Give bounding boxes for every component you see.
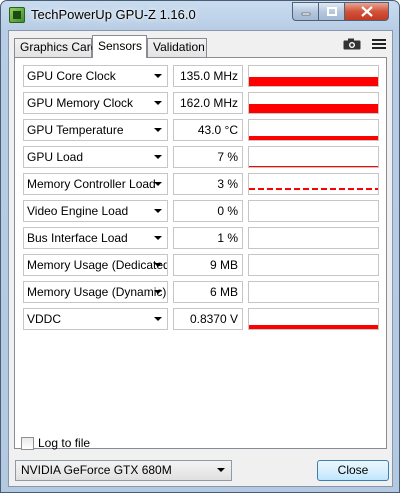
sensor-value: 6 MB (173, 281, 243, 303)
log-to-file-option[interactable]: Log to file (21, 435, 90, 451)
sensor-name-dropdown[interactable]: VDDC (23, 308, 168, 330)
chevron-down-icon (154, 74, 162, 78)
sensor-name: Memory Usage (Dynamic) (27, 285, 167, 299)
sensor-graph-fill (249, 77, 378, 86)
sensor-name-dropdown[interactable]: Memory Usage (Dedicated) (23, 254, 168, 276)
sensor-graph (248, 146, 379, 168)
close-button[interactable]: Close (317, 460, 389, 481)
chevron-down-icon (154, 290, 162, 294)
chevron-down-icon (154, 128, 162, 132)
sensor-row: GPU Load 7 % (23, 146, 380, 168)
camera-icon[interactable] (343, 38, 361, 50)
sensor-row: Bus Interface Load 1 % (23, 227, 380, 249)
tab-sensors[interactable]: Sensors (92, 35, 147, 58)
sensor-graph (248, 200, 379, 222)
sensor-graph (248, 254, 379, 276)
sensor-row: GPU Core Clock 135.0 MHz (23, 65, 380, 87)
sensor-name-dropdown[interactable]: GPU Temperature (23, 119, 168, 141)
close-icon (360, 6, 373, 17)
gpu-selector-dropdown[interactable]: NVIDIA GeForce GTX 680M (15, 460, 232, 481)
sensor-graph (248, 173, 379, 195)
sensor-name-dropdown[interactable]: GPU Core Clock (23, 65, 168, 87)
sensor-graph-fill (249, 166, 378, 167)
tab-validation[interactable]: Validation (147, 38, 207, 57)
chevron-down-icon (217, 468, 225, 472)
sensor-name-dropdown[interactable]: Video Engine Load (23, 200, 168, 222)
sensor-graph (248, 65, 379, 87)
sensor-graph-fill (249, 188, 378, 190)
sensor-row: GPU Memory Clock 162.0 MHz (23, 92, 380, 114)
sensor-graph-fill (249, 136, 378, 140)
sensor-name: Video Engine Load (27, 204, 129, 218)
sensor-value: 7 % (173, 146, 243, 168)
sensor-name-dropdown[interactable]: Bus Interface Load (23, 227, 168, 249)
sensor-name: GPU Temperature (27, 123, 124, 137)
gpu-z-window: TechPowerUp GPU-Z 1.16.0 Graphics Card S… (0, 0, 400, 493)
sensor-name: Memory Usage (Dedicated) (27, 258, 168, 272)
sensor-value: 1 % (173, 227, 243, 249)
sensor-row: Memory Usage (Dynamic) 6 MB (23, 281, 380, 303)
sensor-row: GPU Temperature 43.0 °C (23, 119, 380, 141)
chevron-down-icon (154, 236, 162, 240)
sensor-row: Memory Usage (Dedicated) 9 MB (23, 254, 380, 276)
sensor-value: 0.8370 V (173, 308, 243, 330)
client-area: Graphics Card Sensors Validation GPU Cor… (8, 30, 393, 487)
log-to-file-label: Log to file (38, 436, 91, 450)
sensor-value: 9 MB (173, 254, 243, 276)
chevron-down-icon (154, 209, 162, 213)
sensor-name: GPU Load (27, 150, 84, 164)
close-window-button[interactable] (344, 2, 389, 21)
gpu-z-app-icon (9, 7, 25, 23)
sensor-name: GPU Memory Clock (27, 96, 134, 110)
sensor-graph-fill (249, 104, 378, 113)
sensor-value: 162.0 MHz (173, 92, 243, 114)
sensor-graph (248, 281, 379, 303)
minimize-icon (301, 12, 310, 15)
gpu-selector-value: NVIDIA GeForce GTX 680M (21, 463, 172, 477)
chevron-down-icon (154, 182, 162, 186)
window-title: TechPowerUp GPU-Z 1.16.0 (31, 7, 196, 22)
chevron-down-icon (154, 317, 162, 321)
title-bar[interactable]: TechPowerUp GPU-Z 1.16.0 (1, 1, 399, 29)
chevron-down-icon (154, 101, 162, 105)
chevron-down-icon (154, 263, 162, 267)
chevron-down-icon (154, 155, 162, 159)
sensor-name-dropdown[interactable]: GPU Load (23, 146, 168, 168)
sensor-name: GPU Core Clock (27, 69, 116, 83)
sensor-name: Memory Controller Load (27, 177, 156, 191)
log-to-file-checkbox[interactable] (21, 436, 34, 450)
sensor-row: Memory Controller Load 3 % (23, 173, 380, 195)
sensor-name-dropdown[interactable]: Memory Controller Load (23, 173, 168, 195)
sensor-value: 0 % (173, 200, 243, 222)
sensor-value: 3 % (173, 173, 243, 195)
maximize-button[interactable] (318, 2, 345, 21)
sensor-graph (248, 92, 379, 114)
sensors-panel: GPU Core Clock 135.0 MHz GPU Memory Clock 1… (14, 57, 387, 449)
sensor-value: 43.0 °C (173, 119, 243, 141)
minimize-button[interactable] (292, 2, 319, 21)
sensor-name-dropdown[interactable]: Memory Usage (Dynamic) (23, 281, 168, 303)
sensor-row: VDDC 0.8370 V (23, 308, 380, 330)
hamburger-menu-icon[interactable] (372, 37, 386, 51)
tab-graphics-card[interactable]: Graphics Card (14, 38, 97, 57)
sensor-name: VDDC (27, 312, 62, 326)
maximize-icon (326, 6, 337, 16)
sensor-value: 135.0 MHz (173, 65, 243, 87)
sensor-graph (248, 119, 379, 141)
sensor-name: Bus Interface Load (27, 231, 128, 245)
sensor-row: Video Engine Load 0 % (23, 200, 380, 222)
sensor-graph (248, 308, 379, 330)
sensor-name-dropdown[interactable]: GPU Memory Clock (23, 92, 168, 114)
sensor-graph (248, 227, 379, 249)
sensor-graph-fill (249, 325, 378, 329)
